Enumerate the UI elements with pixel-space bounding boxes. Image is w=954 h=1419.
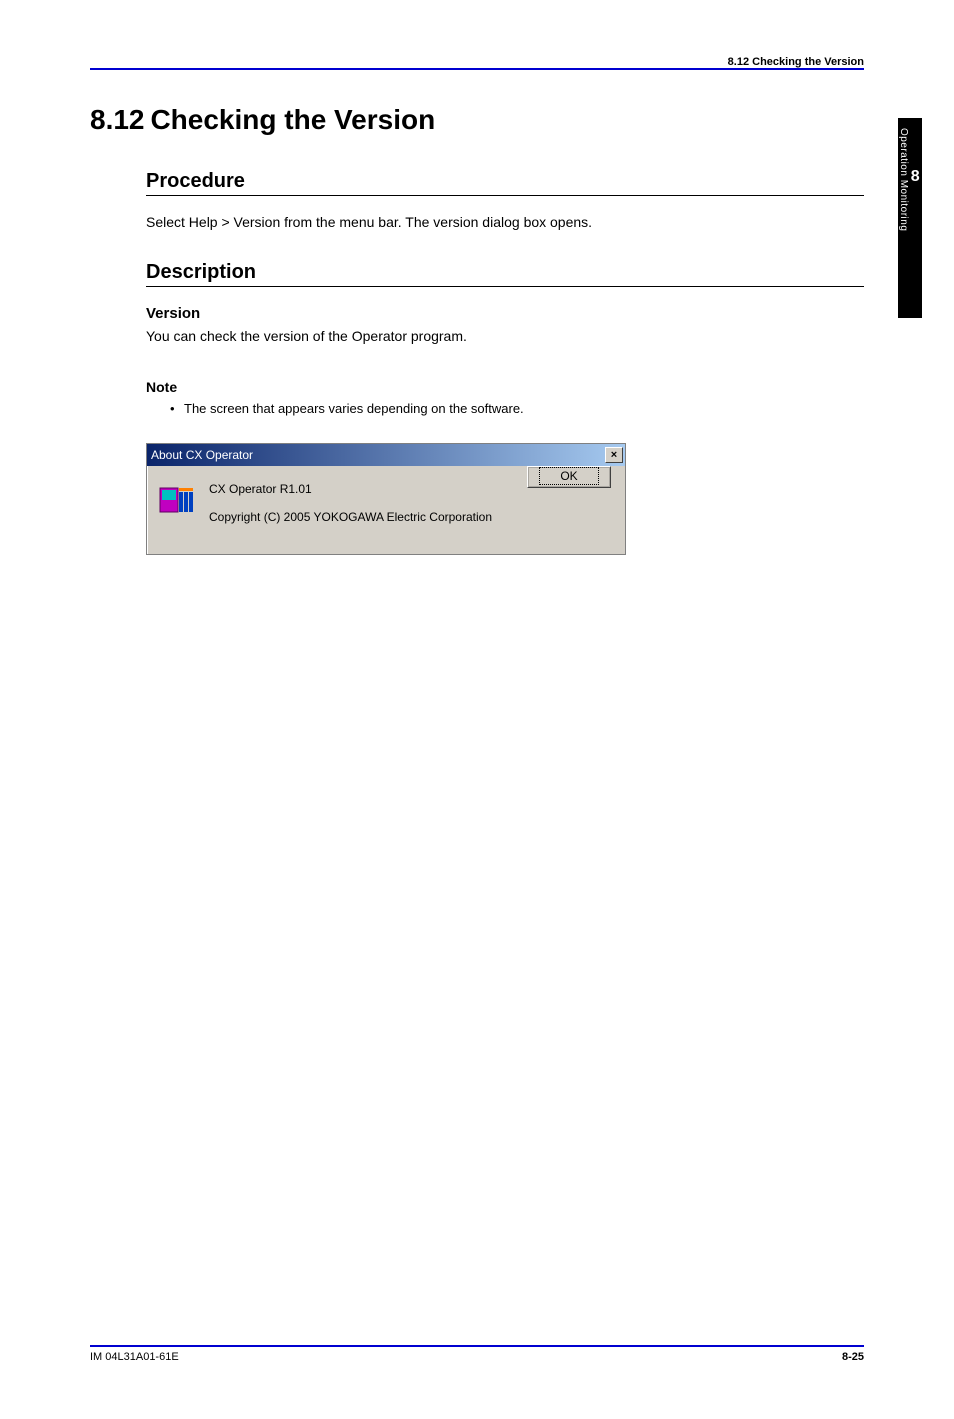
close-icon[interactable]: × [605, 447, 623, 463]
note-body: •The screen that appears varies dependin… [170, 399, 864, 419]
note-text: The screen that appears varies depending… [184, 401, 524, 416]
ok-button[interactable]: OK [527, 466, 611, 488]
description-subheading: Version [146, 305, 864, 322]
side-tab: 8 Operation Monitoring [898, 118, 922, 318]
note-label: Note [146, 379, 864, 395]
procedure-body: Select Help > Version from the menu bar.… [146, 212, 864, 233]
dialog-title: About CX Operator [151, 448, 253, 462]
section-number: 8.12 [90, 104, 146, 136]
header-rule [90, 68, 864, 70]
ok-button-label: OK [539, 467, 598, 485]
page-footer: IM 04L31A01-61E 8-25 [90, 1345, 864, 1363]
section-title: Checking the Version [150, 104, 435, 136]
app-icon [159, 482, 195, 518]
bullet-icon: • [170, 399, 184, 419]
about-dialog: About CX Operator × CX Operator R1.01 [146, 443, 626, 555]
footer-left: IM 04L31A01-61E [90, 1351, 179, 1363]
procedure-heading: Procedure [146, 170, 864, 196]
side-tab-text: Operation Monitoring [898, 128, 909, 231]
dialog-titlebar: About CX Operator × [147, 444, 625, 466]
description-body: You can check the version of the Operato… [146, 326, 864, 347]
footer-page-number: 8-25 [842, 1351, 864, 1363]
dialog-copyright-line: Copyright (C) 2005 YOKOGAWA Electric Cor… [209, 510, 611, 524]
side-tab-number: 8 [909, 168, 922, 186]
header-right-text: 8.12 Checking the Version [90, 56, 864, 68]
description-heading: Description [146, 261, 864, 287]
